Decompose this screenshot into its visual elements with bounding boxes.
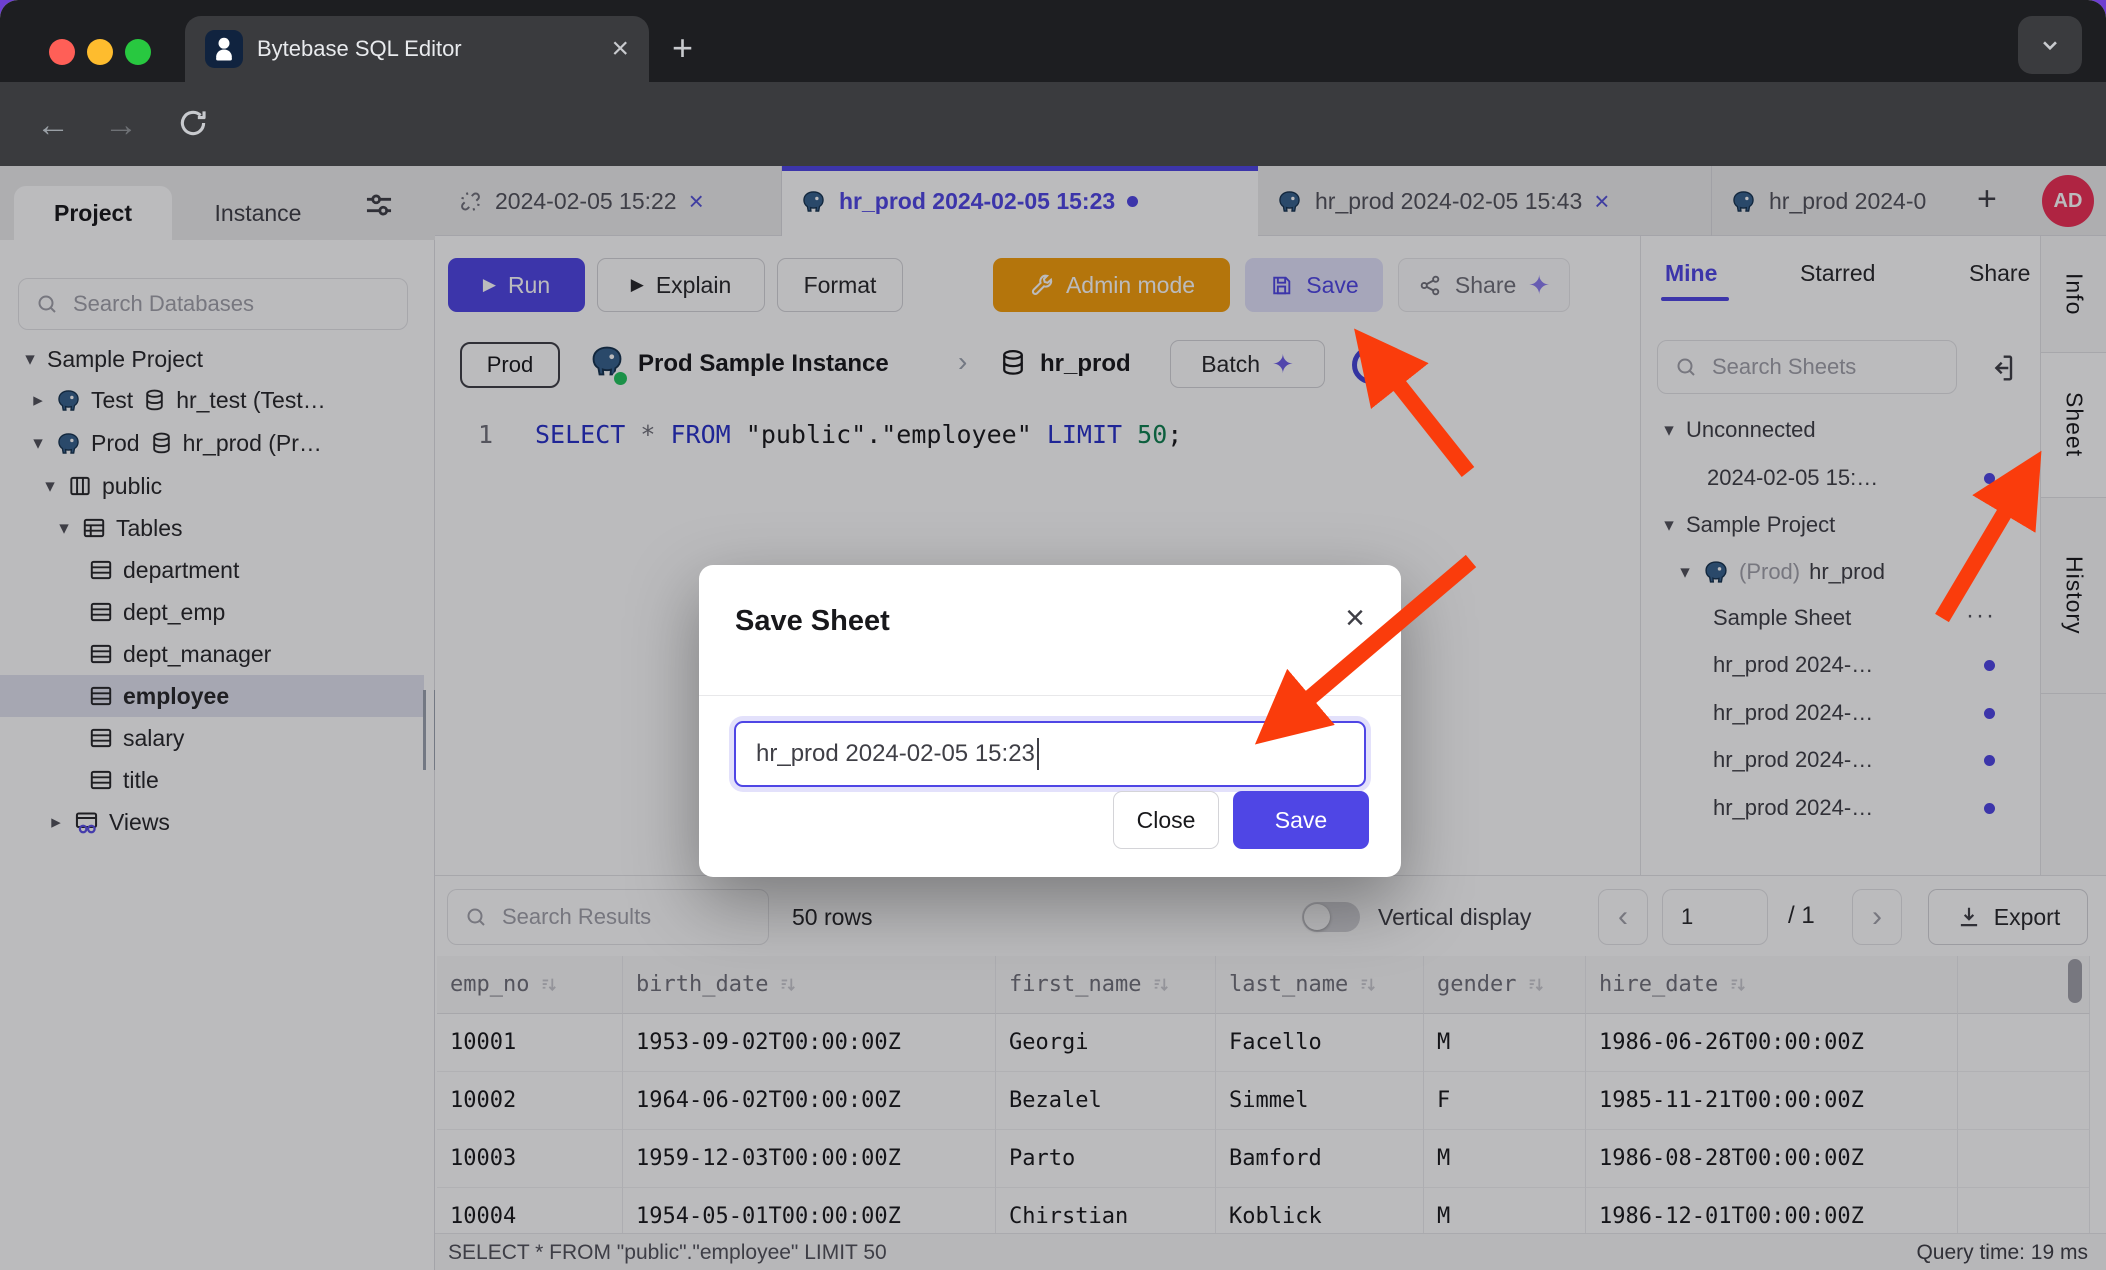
forward-icon[interactable]: → (104, 108, 138, 142)
browser-toolbar: ← → localhost:8080/sql-editor/prod-sampl… (0, 82, 2106, 166)
window-close-button[interactable] (49, 39, 75, 65)
bytebase-favicon (205, 30, 243, 68)
back-icon[interactable]: ← (36, 108, 70, 142)
dialog-divider (699, 695, 1401, 696)
browser-window: Bytebase SQL Editor × + ← → localhost:80… (0, 0, 2106, 1270)
dialog-close-button[interactable]: Close (1113, 791, 1219, 849)
new-tab-button[interactable]: + (672, 30, 693, 66)
tab-search-button[interactable] (2018, 16, 2082, 74)
sheet-name-input[interactable]: hr_prod 2024-02-05 15:23 (734, 721, 1366, 787)
dialog-title: Save Sheet (735, 605, 890, 638)
window-zoom-button[interactable] (125, 39, 151, 65)
browser-tab-close-icon[interactable]: × (611, 34, 629, 64)
window-minimize-button[interactable] (87, 39, 113, 65)
browser-tab[interactable]: Bytebase SQL Editor × (185, 16, 649, 82)
chevron-down-icon (2037, 32, 2063, 58)
dialog-save-button[interactable]: Save (1233, 791, 1369, 849)
save-sheet-dialog: Save Sheet × hr_prod 2024-02-05 15:23 Cl… (699, 565, 1401, 877)
text-caret (1037, 738, 1039, 770)
reload-icon[interactable] (176, 106, 210, 140)
dialog-close-icon[interactable]: × (1345, 601, 1365, 635)
browser-tabstrip: Bytebase SQL Editor × + (0, 0, 2106, 82)
browser-tab-title: Bytebase SQL Editor (257, 36, 597, 62)
